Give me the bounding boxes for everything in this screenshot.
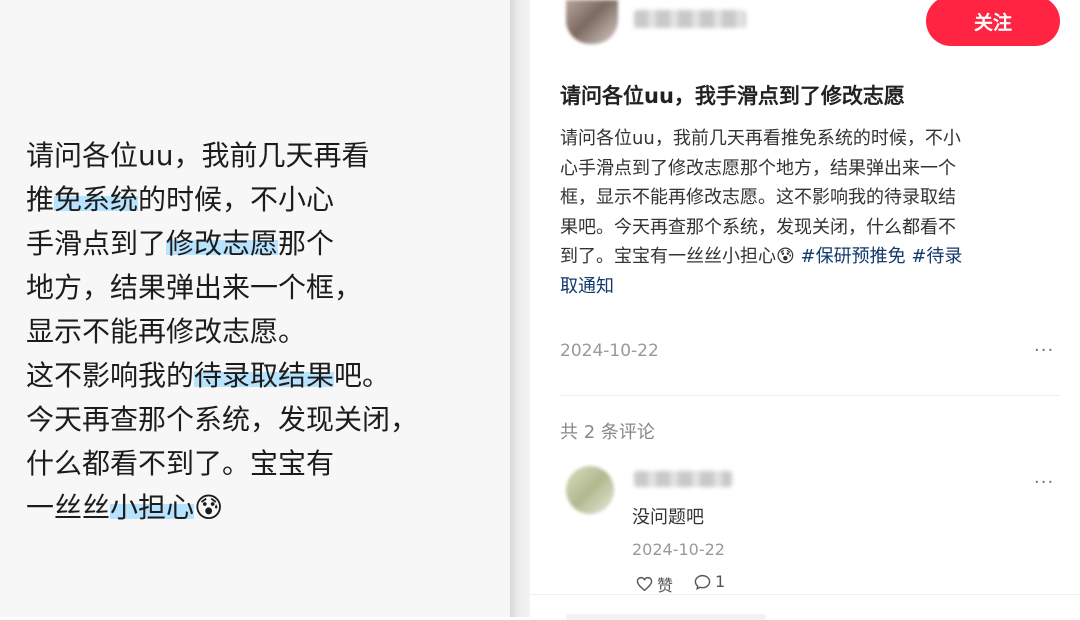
post-body: 请问各位uu，我前几天再看推免系统的时候，不小 心手滑点到了修改志愿那个地方，结… [560, 124, 1060, 301]
commenter-name-blurred[interactable] [634, 471, 732, 487]
hashtag-link[interactable]: #保研预推免 [801, 246, 906, 267]
image-text-line: 什么都看不到了。宝宝有 [26, 442, 418, 486]
post-title: 请问各位uu，我手滑点到了修改志愿 [560, 84, 905, 108]
image-text: 手滑点到了 [26, 227, 167, 260]
comment-text: 没问题吧 [632, 507, 704, 528]
post-body-line: 请问各位uu，我前几天再看推免系统的时候，不小 [560, 128, 961, 149]
image-text: 吧。 [334, 359, 391, 392]
image-text: 推 [26, 183, 55, 216]
highlighted-text: 待录取结果 [194, 359, 335, 392]
commenter-avatar[interactable] [566, 466, 614, 514]
image-text: 这不影响我的 [26, 359, 195, 392]
image-text-line: 请问各位uu，我前几天再看 [26, 134, 418, 178]
author-name-blurred[interactable] [634, 10, 746, 28]
post-detail-panel: 关注 请问各位uu，我手滑点到了修改志愿 请问各位uu，我前几天再看推免系统的时… [530, 0, 1080, 620]
hashtag-link[interactable]: 取通知 [560, 276, 614, 297]
worried-emoji-icon: 😰 [194, 491, 224, 524]
post-body-line: 取通知 [560, 272, 1060, 302]
divider [560, 395, 1060, 396]
author-avatar[interactable] [566, 0, 618, 44]
more-dots-icon[interactable]: ··· [1034, 472, 1054, 493]
comment-input[interactable] [566, 614, 766, 620]
image-text: 什么都看不到了。宝宝有 [26, 447, 335, 480]
post-image-text: 请问各位uu，我前几天再看 推免系统的时候，不小心 手滑点到了修改志愿那个 地方… [26, 134, 418, 530]
post-date: 2024-10-22 [560, 341, 659, 361]
image-text-line: 一丝丝小担心😰 [26, 486, 418, 530]
image-text-line: 今天再查那个系统，发现关闭， [26, 398, 418, 442]
panel-divider [510, 0, 530, 617]
like-button[interactable]: 赞 [636, 572, 673, 596]
image-text-line: 显示不能再修改志愿。 [26, 310, 418, 354]
image-text-line: 手滑点到了修改志愿那个 [26, 222, 418, 266]
highlighted-text: 修改志愿 [166, 227, 279, 260]
more-dots-icon[interactable]: ··· [1034, 340, 1054, 361]
post-body-line: 心手滑点到了修改志愿那个地方，结果弹出来一个 [560, 157, 956, 179]
image-text: 今天再查那个系统，发现关闭， [26, 403, 419, 436]
hashtag-link[interactable]: #待录 [911, 246, 962, 267]
follow-button[interactable]: 关注 [926, 0, 1060, 46]
image-text: 请问各位uu，我前几天再看 [26, 139, 370, 172]
image-text: 显示不能再修改志愿。 [26, 315, 307, 348]
image-text-line: 地方，结果弹出来一个框， [26, 266, 418, 310]
post-body-line: 框，显示不能再修改志愿。这不影响我的待录取结 [560, 187, 956, 208]
reply-count: 1 [715, 572, 726, 591]
image-text: 一丝丝 [26, 491, 111, 524]
post-body-line: 果吧。今天再查那个系统，发现关闭，什么都看不 [560, 216, 956, 238]
heart-icon [636, 576, 653, 592]
highlighted-text: 免系统 [54, 183, 139, 216]
image-text: 那个 [278, 227, 335, 260]
image-text-line: 推免系统的时候，不小心 [26, 178, 418, 222]
post-body-text: 到了。宝宝有一丝丝小担心😰 [560, 246, 795, 267]
image-text-line: 这不影响我的待录取结果吧。 [26, 354, 418, 398]
image-text: 的时候，不小心 [138, 183, 335, 216]
like-label: 赞 [657, 576, 674, 595]
comment-count: 共 2 条评论 [560, 422, 655, 443]
image-text: 地方，结果弹出来一个框， [26, 271, 363, 304]
comment-bubble-icon [694, 574, 711, 590]
post-body-line: 到了。宝宝有一丝丝小担心😰 #保研预推免 #待录 [560, 242, 1060, 272]
reply-button[interactable]: 1 [694, 572, 725, 591]
post-image-panel: 请问各位uu，我前几天再看 推免系统的时候，不小心 手滑点到了修改志愿那个 地方… [0, 0, 510, 617]
highlighted-text: 小担心 [110, 491, 195, 524]
comment-date: 2024-10-22 [632, 540, 725, 559]
